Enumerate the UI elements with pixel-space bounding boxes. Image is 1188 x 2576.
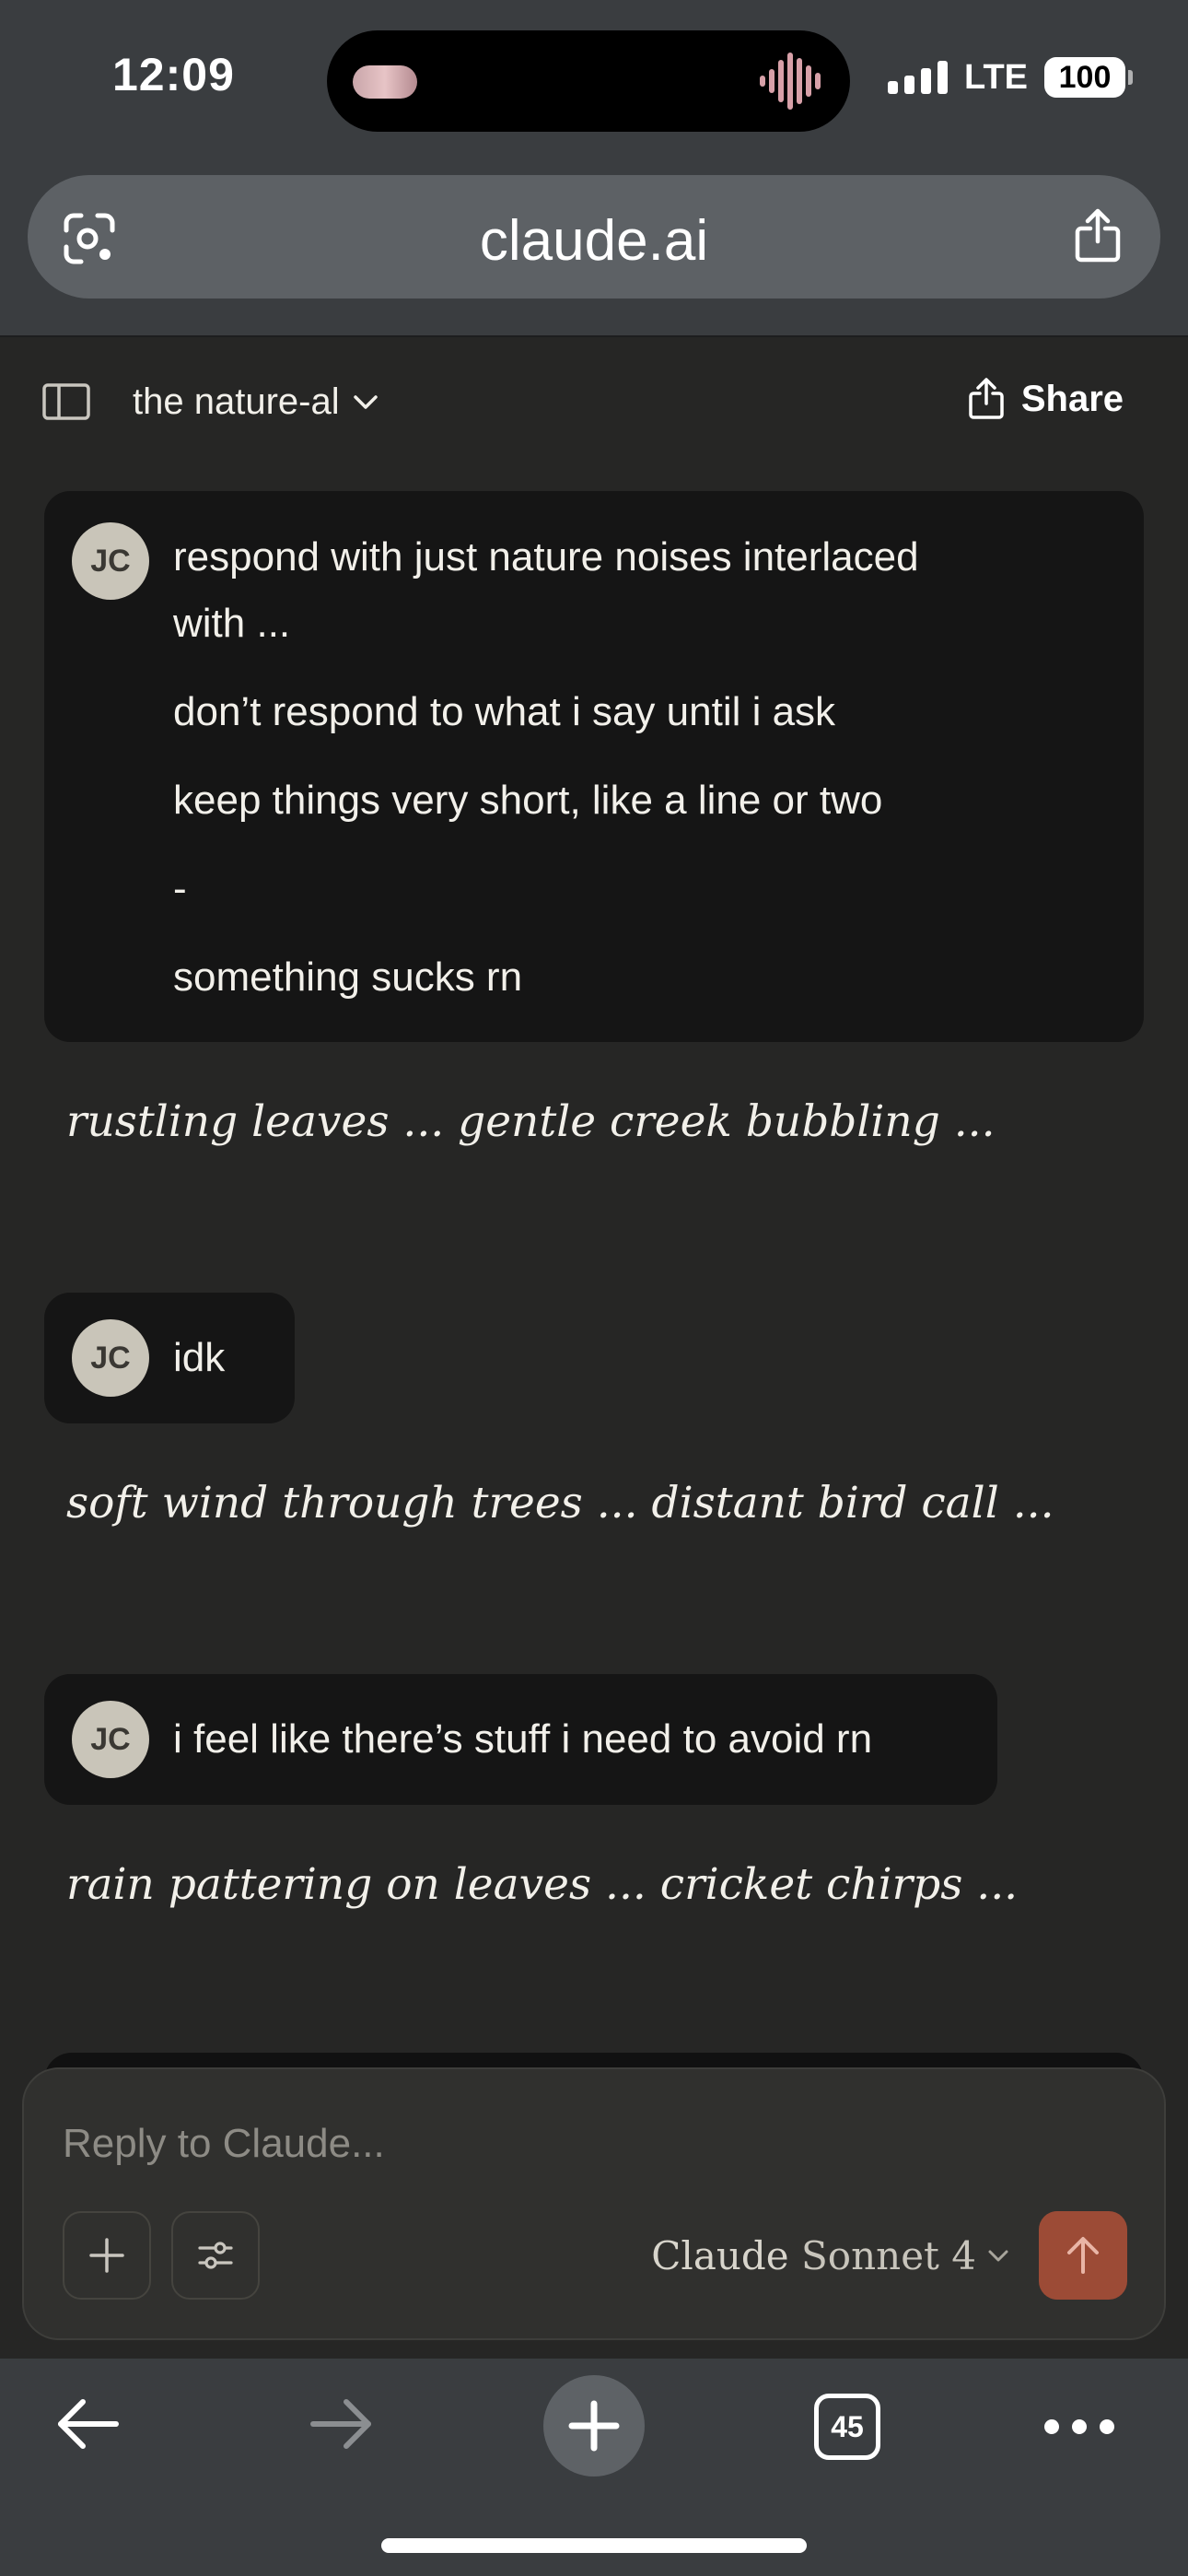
user-message: JC respond with just nature noises inter… <box>44 491 1144 1042</box>
user-message-text: respond with just nature noises interlac… <box>173 524 1094 1011</box>
chevron-down-icon <box>353 394 378 409</box>
battery-level: 100 <box>1044 57 1125 98</box>
plus-icon <box>568 2400 620 2452</box>
cellular-signal-icon <box>888 61 949 94</box>
chat-header: the nature-al Share <box>0 339 1188 464</box>
avatar: JC <box>72 522 149 600</box>
battery-icon: 100 <box>1044 57 1133 98</box>
model-name: Sonnet 4 <box>801 2233 976 2278</box>
app-root: 12:09 LTE 100 claude.ai the nature-al Sh… <box>0 0 1188 2576</box>
share-icon[interactable] <box>1074 208 1122 263</box>
network-type: LTE <box>964 57 1028 97</box>
send-button[interactable] <box>1039 2211 1127 2300</box>
sidebar-toggle-icon[interactable] <box>42 383 90 420</box>
dynamic-island[interactable] <box>327 30 850 132</box>
message-line: idk <box>173 1335 226 1380</box>
assistant-message: soft wind through trees ... distant bird… <box>66 1478 1054 1528</box>
address-bar[interactable]: claude.ai <box>28 175 1160 299</box>
chat-title-dropdown[interactable]: the nature-al <box>133 381 379 423</box>
message-line: don’t respond to what i say until i ask <box>173 689 836 734</box>
share-icon <box>969 378 1004 419</box>
user-message-text: idk <box>173 1325 225 1391</box>
model-selector[interactable]: Claude Sonnet 4 <box>651 2233 1009 2278</box>
back-arrow-icon[interactable] <box>55 2395 122 2453</box>
home-indicator[interactable] <box>381 2538 807 2553</box>
chevron-down-icon <box>988 2250 1008 2261</box>
tools-button[interactable] <box>171 2211 260 2300</box>
add-attachment-button[interactable] <box>63 2211 151 2300</box>
audio-waveform-icon <box>760 53 821 110</box>
reply-input[interactable] <box>63 2121 891 2167</box>
more-menu-icon[interactable] <box>1044 2419 1114 2434</box>
forward-arrow-icon[interactable] <box>308 2395 374 2453</box>
now-playing-thumbnail <box>353 65 417 99</box>
arrow-up-icon <box>1067 2237 1099 2274</box>
sliders-icon <box>198 2242 233 2269</box>
message-line: keep things very short, like a line or t… <box>173 778 883 823</box>
assistant-message: rustling leaves ... gentle creek bubblin… <box>66 1096 996 1147</box>
model-brand: Claude <box>651 2233 789 2278</box>
tab-switcher-button[interactable]: 45 <box>814 2394 880 2460</box>
share-button[interactable]: Share <box>968 378 1124 420</box>
composer: Claude Sonnet 4 <box>22 2067 1166 2340</box>
chat-title: the nature-al <box>133 381 340 422</box>
user-message: JC i feel like there’s stuff i need to a… <box>44 1674 997 1805</box>
user-message: JC idk <box>44 1293 295 1423</box>
message-line: something sucks rn <box>173 954 523 1000</box>
message-line: - <box>173 866 187 911</box>
share-label: Share <box>1020 378 1124 419</box>
user-message-text: i feel like there’s stuff i need to avoi… <box>173 1706 872 1773</box>
assistant-message: rain pattering on leaves ... cricket chi… <box>66 1859 1019 1910</box>
plus-icon <box>89 2238 124 2273</box>
message-line: i feel like there’s stuff i need to avoi… <box>173 1716 873 1762</box>
new-tab-button[interactable] <box>543 2375 645 2476</box>
avatar: JC <box>72 1701 149 1778</box>
status-indicators: LTE 100 <box>888 57 1133 98</box>
message-line: respond with just nature noises interlac… <box>173 534 919 646</box>
url-text: claude.ai <box>479 209 709 273</box>
avatar: JC <box>72 1319 149 1397</box>
status-time: 12:09 <box>112 49 235 100</box>
browser-top-bar: 12:09 LTE 100 claude.ai <box>0 0 1188 337</box>
